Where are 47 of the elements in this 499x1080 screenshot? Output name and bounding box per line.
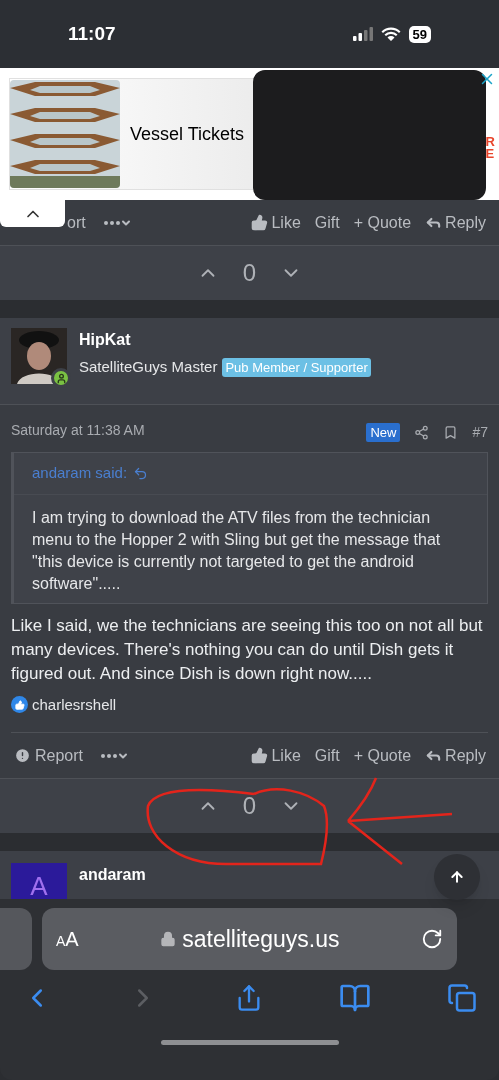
- author-name[interactable]: andaram: [79, 863, 146, 887]
- gift-button[interactable]: Gift: [314, 210, 340, 235]
- like-reaction-icon: [11, 696, 28, 714]
- reaction-user-link[interactable]: charlesrshell: [32, 693, 117, 716]
- like-button[interactable]: Like: [251, 210, 301, 235]
- battery-indicator: 59: [408, 25, 431, 43]
- ad-title[interactable]: Vessel Tickets: [130, 120, 245, 148]
- user-rank: SatelliteGuys Master: [79, 357, 218, 377]
- lock-icon: [160, 931, 177, 947]
- bookmark-icon[interactable]: [443, 425, 459, 440]
- reload-icon[interactable]: [421, 928, 443, 950]
- alert-icon: [14, 747, 31, 764]
- quote-button[interactable]: + Quote: [353, 743, 412, 768]
- vote-count: 0: [242, 258, 257, 288]
- vote-count: 0: [242, 791, 257, 821]
- reply-button[interactable]: Reply: [425, 743, 486, 768]
- thumbs-up-icon: [251, 747, 269, 764]
- ad-text-fragment: R: [485, 136, 495, 148]
- post-number[interactable]: #7: [472, 422, 488, 443]
- signal-icon: [352, 27, 373, 41]
- tabs-button[interactable]: [447, 983, 477, 1013]
- quote-text: I am trying to download the ATV files from the technician menu to the Hopper 2 with Sling but get the message that "this device is currently not targeted to get the android software".....: [31, 507, 442, 594]
- more-icon: [103, 220, 120, 225]
- thumbs-up-icon: [251, 214, 269, 231]
- new-badge: New: [366, 422, 401, 443]
- jump-icon[interactable]: [133, 465, 149, 481]
- post-body: Like I said, we the technicians are seeing this too on not all but many devices. There's nothing you can do until Dish gets it figured out. And since Dish is down right now.....: [11, 614, 484, 685]
- reply-button[interactable]: Reply: [425, 210, 486, 235]
- gift-button[interactable]: Gift: [314, 743, 340, 768]
- collapse-ad-tab[interactable]: [0, 200, 65, 227]
- member-badge: Pub Member / Supporter: [222, 357, 371, 377]
- user-avatar: A: [11, 863, 67, 899]
- quote-button[interactable]: + Quote: [353, 210, 412, 235]
- report-link[interactable]: Report: [14, 743, 84, 768]
- text-size-button[interactable]: AA: [56, 924, 79, 954]
- url-text: satelliteguys.us: [182, 924, 340, 954]
- share-icon[interactable]: [414, 425, 430, 440]
- address-bar[interactable]: AA satelliteguys.us: [42, 908, 457, 970]
- like-button[interactable]: Like: [251, 743, 301, 768]
- ad-text-fragment: E: [485, 148, 495, 160]
- author-name[interactable]: HipKat: [79, 328, 371, 352]
- bookmarks-button[interactable]: [338, 982, 371, 1014]
- more-icon: [101, 753, 118, 758]
- wifi-icon: [380, 26, 401, 42]
- status-time: 11:07: [68, 21, 116, 46]
- report-link[interactable]: ort: [67, 210, 86, 235]
- post-date[interactable]: Saturday at 11:38 AM: [11, 420, 145, 441]
